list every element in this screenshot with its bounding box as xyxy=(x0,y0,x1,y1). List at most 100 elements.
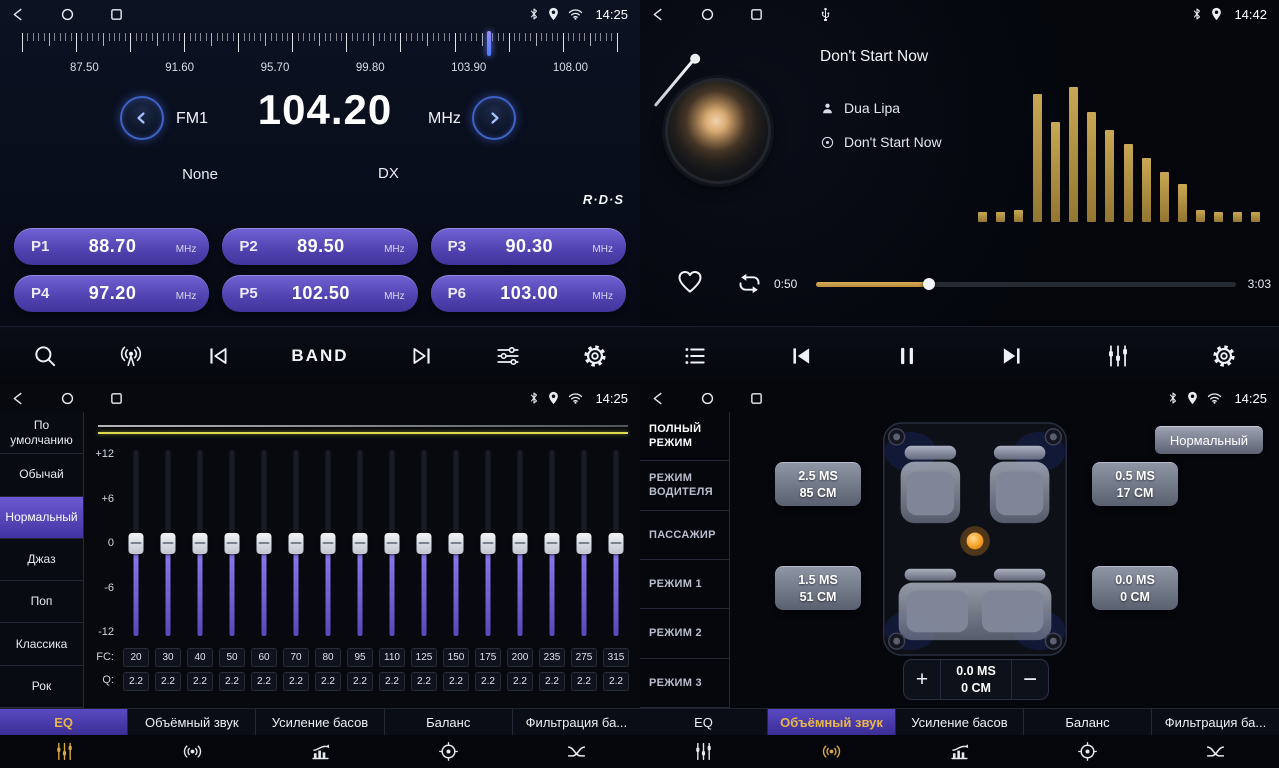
eq-band-slider[interactable] xyxy=(280,448,312,638)
eq-band-slider[interactable] xyxy=(536,448,568,638)
tab-item[interactable]: Усиление басов xyxy=(896,709,1024,735)
delay-card-rear-left[interactable]: 1.5 MS 51 CM xyxy=(775,566,861,610)
eq-preset-item[interactable]: Поп xyxy=(0,581,83,623)
surround-preset-button[interactable]: Нормальный xyxy=(1155,426,1263,454)
tab-icon-cell-balance[interactable] xyxy=(1023,735,1151,768)
tab-item[interactable]: Баланс xyxy=(1024,709,1152,735)
back-icon[interactable] xyxy=(12,8,25,21)
previous-track-icon[interactable] xyxy=(788,343,814,369)
slider-handle[interactable] xyxy=(513,533,528,554)
tuning-pointer[interactable] xyxy=(487,31,491,56)
eq-band-slider[interactable] xyxy=(408,448,440,638)
slider-handle[interactable] xyxy=(481,533,496,554)
home-icon[interactable] xyxy=(61,392,74,405)
slider-handle[interactable] xyxy=(449,533,464,554)
delay-increase-button[interactable]: + xyxy=(904,660,940,699)
delay-card-front-right[interactable]: 0.5 MS 17 CM xyxy=(1092,462,1178,506)
next-track-icon[interactable] xyxy=(999,343,1025,369)
surround-mode-item[interactable]: ПАССАЖИР xyxy=(640,511,729,560)
pause-icon[interactable] xyxy=(894,343,920,369)
surround-mode-item[interactable]: РЕЖИМ ВОДИТЕЛЯ xyxy=(640,461,729,510)
eq-preset-item[interactable]: По умолчанию xyxy=(0,412,83,454)
slider-handle[interactable] xyxy=(545,533,560,554)
preset-button[interactable]: P5102.50MHz xyxy=(222,275,417,312)
tab-item[interactable]: Фильтрация ба... xyxy=(513,709,640,735)
eq-band-slider[interactable] xyxy=(184,448,216,638)
tab-item[interactable]: Фильтрация ба... xyxy=(1152,709,1279,735)
eq-band-slider[interactable] xyxy=(568,448,600,638)
recents-icon[interactable] xyxy=(750,392,763,405)
eq-band-slider[interactable] xyxy=(312,448,344,638)
frequency-ruler[interactable] xyxy=(22,33,618,57)
previous-station-icon[interactable] xyxy=(205,343,231,369)
eq-preset-item[interactable]: Классика xyxy=(0,623,83,665)
eq-band-slider[interactable] xyxy=(216,448,248,638)
preset-button[interactable]: P289.50MHz xyxy=(222,228,417,265)
seek-bar[interactable] xyxy=(816,282,1236,287)
slider-handle[interactable] xyxy=(385,533,400,554)
back-icon[interactable] xyxy=(652,392,665,405)
preset-button[interactable]: P188.70MHz xyxy=(14,228,209,265)
recents-icon[interactable] xyxy=(110,8,123,21)
recents-icon[interactable] xyxy=(750,8,763,21)
slider-handle[interactable] xyxy=(161,533,176,554)
eq-band-slider[interactable] xyxy=(472,448,504,638)
eq-band-slider[interactable] xyxy=(440,448,472,638)
tab-icon-cell-surround[interactable] xyxy=(768,735,896,768)
slider-handle[interactable] xyxy=(225,533,240,554)
next-station-icon[interactable] xyxy=(409,343,435,369)
eq-band-slider[interactable] xyxy=(152,448,184,638)
eq-band-slider[interactable] xyxy=(376,448,408,638)
tab-item[interactable]: EQ xyxy=(640,709,768,735)
home-icon[interactable] xyxy=(701,8,714,21)
tab-icon-cell-bass[interactable] xyxy=(256,735,384,768)
surround-mode-item[interactable]: ПОЛНЫЙ РЕЖИМ xyxy=(640,412,729,461)
delay-decrease-button[interactable]: − xyxy=(1012,660,1048,699)
tab-item[interactable]: Объёмный звук xyxy=(768,709,896,735)
surround-mode-item[interactable]: РЕЖИМ 3 xyxy=(640,659,729,708)
surround-mode-item[interactable]: РЕЖИМ 2 xyxy=(640,609,729,658)
tab-icon-cell-bass[interactable] xyxy=(896,735,1024,768)
eq-band-slider[interactable] xyxy=(344,448,376,638)
preset-button[interactable]: P497.20MHz xyxy=(14,275,209,312)
settings-gear-icon[interactable] xyxy=(1211,343,1237,369)
mixer-icon[interactable] xyxy=(1105,343,1131,369)
tab-icon-cell-eq[interactable] xyxy=(640,735,768,768)
eq-band-slider[interactable] xyxy=(600,448,632,638)
tune-down-button[interactable] xyxy=(120,96,164,140)
tab-icon-cell-filter[interactable] xyxy=(1151,735,1279,768)
eq-band-slider[interactable] xyxy=(120,448,152,638)
repeat-icon[interactable] xyxy=(736,270,763,297)
preset-button[interactable]: P6103.00MHz xyxy=(431,275,626,312)
eq-band-slider[interactable] xyxy=(248,448,280,638)
slider-handle[interactable] xyxy=(609,533,624,554)
delay-card-front-left[interactable]: 2.5 MS 85 CM xyxy=(775,462,861,506)
tab-icon-cell-balance[interactable] xyxy=(384,735,512,768)
broadcast-scan-icon[interactable] xyxy=(118,343,144,369)
slider-handle[interactable] xyxy=(129,533,144,554)
slider-handle[interactable] xyxy=(353,533,368,554)
delay-card-rear-right[interactable]: 0.0 MS 0 CM xyxy=(1092,566,1178,610)
eq-preset-item[interactable]: Джаз xyxy=(0,539,83,581)
tab-icon-cell-surround[interactable] xyxy=(128,735,256,768)
recents-icon[interactable] xyxy=(110,392,123,405)
slider-handle[interactable] xyxy=(321,533,336,554)
eq-preset-item[interactable]: Обычай xyxy=(0,454,83,496)
slider-handle[interactable] xyxy=(257,533,272,554)
playlist-icon[interactable] xyxy=(682,343,708,369)
eq-band-slider[interactable] xyxy=(504,448,536,638)
favorite-heart-icon[interactable] xyxy=(676,268,704,296)
seek-knob[interactable] xyxy=(923,278,935,290)
eq-preset-item[interactable]: Рок xyxy=(0,666,83,708)
tab-item[interactable]: Усиление басов xyxy=(256,709,384,735)
equalizer-icon[interactable] xyxy=(495,343,521,369)
surround-mode-item[interactable]: РЕЖИМ 1 xyxy=(640,560,729,609)
tab-item[interactable]: Объёмный звук xyxy=(128,709,256,735)
settings-gear-icon[interactable] xyxy=(582,343,608,369)
band-button[interactable]: BAND xyxy=(291,346,348,366)
tab-icon-cell-eq[interactable] xyxy=(0,735,128,768)
slider-handle[interactable] xyxy=(577,533,592,554)
tab-item[interactable]: Баланс xyxy=(385,709,513,735)
home-icon[interactable] xyxy=(61,8,74,21)
tab-item[interactable]: EQ xyxy=(0,709,128,735)
